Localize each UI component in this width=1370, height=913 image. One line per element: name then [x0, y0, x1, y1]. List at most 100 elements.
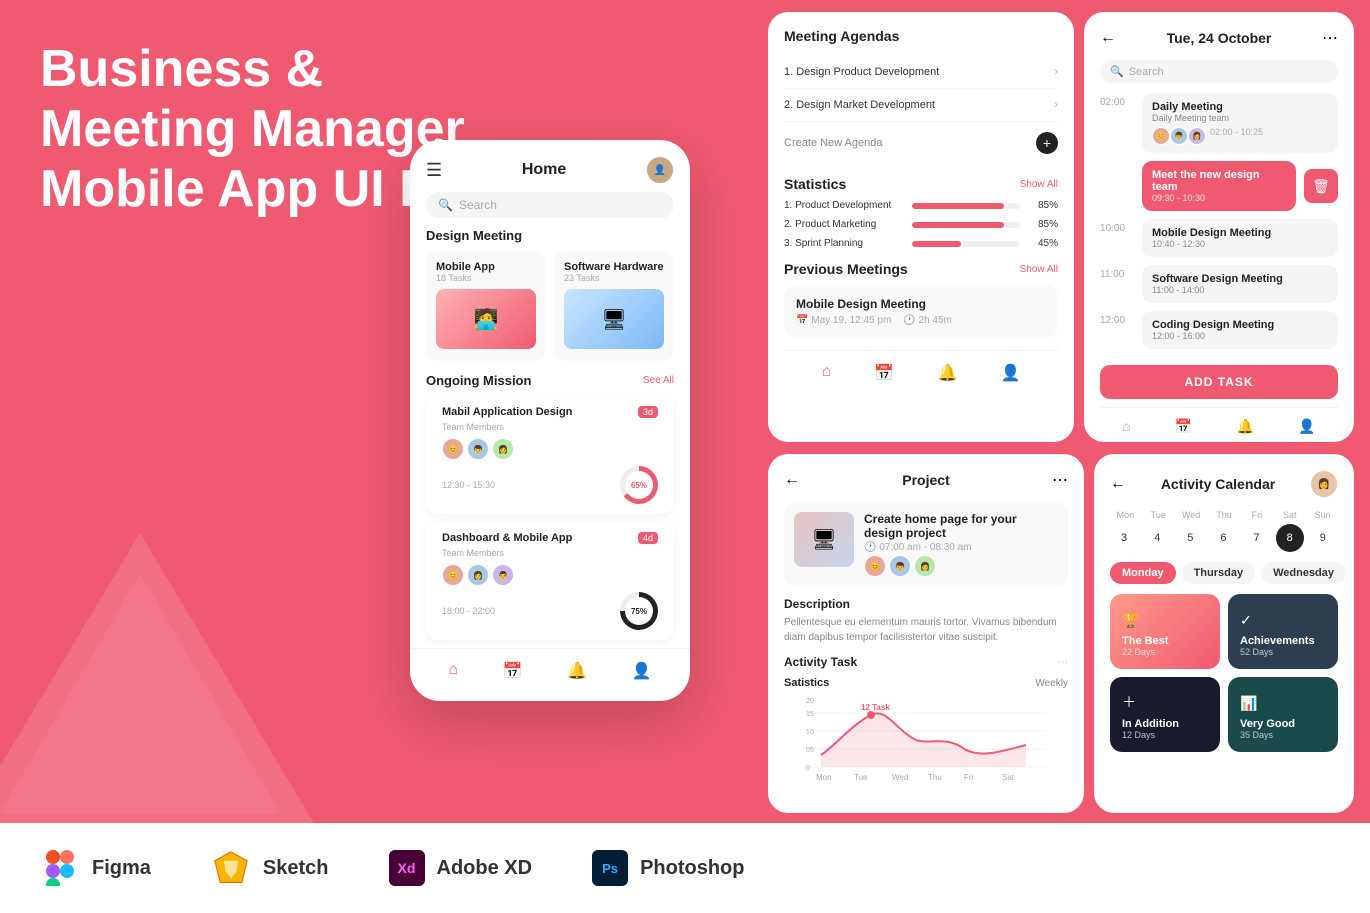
- svg-text:Thu: Thu: [928, 773, 942, 782]
- mission-badge-1: 3d: [638, 406, 658, 418]
- agenda-item-1[interactable]: 1. Design Product Development ›: [784, 56, 1058, 89]
- event-avatars-1: 😊 👦 👩 02:00 - 10:25: [1152, 127, 1328, 145]
- day-cell-3[interactable]: 3: [1110, 524, 1138, 552]
- filter-thursday[interactable]: Thursday: [1182, 562, 1256, 584]
- addition-icon: ＋: [1122, 692, 1208, 712]
- nav-calendar-icon[interactable]: 📅: [503, 661, 523, 681]
- proj-desc: Description Pellentesque eu elementum ma…: [784, 597, 1068, 645]
- agenda-nav-bell[interactable]: 🔔: [937, 363, 957, 383]
- day-cell-8[interactable]: 8: [1276, 524, 1304, 552]
- weekly-btn[interactable]: Weekly: [1035, 678, 1068, 689]
- nav-profile-icon[interactable]: 👤: [632, 661, 652, 681]
- cal-nav-calendar[interactable]: 📅: [1175, 418, 1192, 435]
- create-agenda[interactable]: Create New Agenda +: [784, 122, 1058, 164]
- phone-search[interactable]: 🔍 Search: [426, 192, 674, 218]
- proj-header: ← Project ⋯: [784, 470, 1068, 490]
- day-cell-5[interactable]: 5: [1176, 524, 1204, 552]
- user-avatar[interactable]: 👤: [646, 156, 674, 184]
- menu-icon[interactable]: ☰: [426, 160, 442, 181]
- act-card-addition[interactable]: ＋ In Addition 12 Days: [1110, 677, 1220, 752]
- activity-more[interactable]: ⋯: [1058, 657, 1068, 668]
- prev-title: Previous Meetings: [784, 261, 908, 277]
- pm-duration: 🕐 2h 45m: [903, 315, 952, 326]
- activity-panel: ← Activity Calendar 👩 Mon Tue Wed Thu Fr…: [1094, 454, 1354, 813]
- panel-bottom: ← Project ⋯ 🖥 Create home page for your …: [768, 454, 1354, 813]
- nav-bell-icon[interactable]: 🔔: [567, 661, 587, 681]
- svg-text:15: 15: [806, 711, 814, 718]
- activity-cards: 🏆 The Best 22 Days ✓ Achievements 52 Day…: [1110, 594, 1338, 752]
- stat-bar-2: [912, 222, 1004, 228]
- right-section: Meeting Agendas 1. Design Product Develo…: [760, 0, 1370, 913]
- event-new-design[interactable]: Meet the new design team 09:30 - 10:30: [1142, 161, 1296, 211]
- card-title-mobile: Mobile App: [436, 261, 536, 273]
- cal-nav-bell[interactable]: 🔔: [1237, 418, 1254, 435]
- agenda-nav-home[interactable]: ⌂: [822, 363, 832, 383]
- meeting-card-mobile[interactable]: Mobile App 18 Tasks 🧑‍💻: [426, 251, 546, 361]
- cal-back-icon[interactable]: ←: [1100, 29, 1116, 47]
- cal-search[interactable]: 🔍 Search: [1100, 60, 1338, 83]
- xd-label: Adobe XD: [437, 857, 533, 880]
- day-cell-6[interactable]: 6: [1209, 524, 1237, 552]
- meeting-card-software[interactable]: Software Hardware 23 Tasks 🖥: [554, 251, 674, 361]
- card-img-software: 🖥: [564, 289, 664, 349]
- proj-task-img: 🖥: [794, 512, 854, 567]
- event-software-design[interactable]: Software Design Meeting 11:00 - 14:00: [1142, 265, 1338, 303]
- day-cell-9[interactable]: 9: [1309, 524, 1337, 552]
- mission-time-1: 12:30 - 15:30: [442, 480, 495, 490]
- filter-wednesday[interactable]: Wednesday: [1261, 562, 1346, 584]
- day-headers: Mon Tue Wed Thu Fri Sat Sun: [1110, 510, 1338, 520]
- sketch-label: Sketch: [263, 857, 329, 880]
- stats-show-all[interactable]: Show All: [1020, 179, 1058, 190]
- mission-card-1[interactable]: Mabil Application Design 3d Team Members…: [426, 396, 674, 514]
- phone-nav: ⌂ 📅 🔔 👤: [410, 648, 690, 681]
- main-container: Business & Meeting Manager Mobile App UI…: [0, 0, 1370, 913]
- add-task-button[interactable]: ADD TASK: [1100, 365, 1338, 399]
- agenda-nav-calendar[interactable]: 📅: [874, 363, 894, 383]
- delete-event-btn[interactable]: 🗑: [1304, 169, 1338, 203]
- card-tasks-mobile: 18 Tasks: [436, 273, 536, 283]
- cal-header: ← Tue, 24 October ⋯: [1100, 28, 1338, 48]
- act-card-verygood[interactable]: 📊 Very Good 35 Days: [1228, 677, 1338, 752]
- act-card-best[interactable]: 🏆 The Best 22 Days: [1110, 594, 1220, 669]
- avatar-row-2: 😊 👩 👨: [442, 564, 658, 586]
- agenda-nav-profile[interactable]: 👤: [1001, 363, 1021, 383]
- event-coding-design[interactable]: Coding Design Meeting 12:00 - 16:00: [1142, 311, 1338, 349]
- prev-meeting-card[interactable]: Mobile Design Meeting 📅 May 19, 12:45 pm…: [784, 285, 1058, 338]
- mission-card-2[interactable]: Dashboard & Mobile App 4d Team Members 😊…: [426, 522, 674, 640]
- triangle-decoration: [20, 533, 320, 833]
- proj-back-icon[interactable]: ←: [784, 471, 800, 489]
- filter-monday[interactable]: Monday: [1110, 562, 1176, 584]
- pm-date: 📅 May 19, 12:45 pm: [796, 315, 891, 326]
- event-daily-meeting[interactable]: Daily Meeting Daily Meeting team 😊 👦 👩 0…: [1142, 93, 1338, 153]
- svg-text:Tue: Tue: [854, 773, 868, 782]
- day-header-tue: Tue: [1143, 510, 1174, 520]
- act-user-avatar[interactable]: 👩: [1310, 470, 1338, 498]
- day-cell-4[interactable]: 4: [1143, 524, 1171, 552]
- act-back-icon[interactable]: ←: [1110, 475, 1126, 493]
- prev-show-all[interactable]: Show All: [1020, 264, 1058, 275]
- chart-container: 0 05 10 15 20 12 Task: [784, 695, 1068, 775]
- design-meeting-title: Design Meeting: [410, 228, 690, 251]
- phone-mockup: ☰ Home 👤 🔍 Search Design Meeting Mobile …: [410, 140, 690, 701]
- svg-text:10: 10: [806, 729, 814, 736]
- stat-bar-3: [912, 241, 961, 247]
- event-avatar-1a: 😊: [1152, 127, 1170, 145]
- agendas-title: Meeting Agendas: [784, 28, 1058, 44]
- project-task[interactable]: 🖥 Create home page for your design proje…: [784, 502, 1068, 587]
- event-title-4: Coding Design Meeting: [1152, 319, 1328, 331]
- cal-nav-home[interactable]: ⌂: [1122, 418, 1130, 435]
- cal-search-icon: 🔍: [1110, 65, 1124, 78]
- event-mobile-design[interactable]: Mobile Design Meeting 10:40 - 12:30: [1142, 219, 1338, 257]
- agenda-item-2[interactable]: 2. Design Market Development ›: [784, 89, 1058, 122]
- verygood-title: Very Good: [1240, 718, 1326, 730]
- add-agenda-btn[interactable]: +: [1036, 132, 1058, 154]
- day-cell-7[interactable]: 7: [1243, 524, 1271, 552]
- act-card-achievements[interactable]: ✓ Achievements 52 Days: [1228, 594, 1338, 669]
- cal-nav-profile[interactable]: 👤: [1298, 418, 1315, 435]
- proj-more-icon[interactable]: ⋯: [1052, 470, 1068, 490]
- event-time-range-1: 02:00 - 10:25: [1210, 127, 1263, 145]
- progress-value-1: 65%: [631, 481, 647, 490]
- see-all-btn[interactable]: See All: [643, 375, 674, 386]
- nav-home-icon[interactable]: ⌂: [448, 661, 458, 681]
- cal-more-icon[interactable]: ⋯: [1322, 28, 1338, 48]
